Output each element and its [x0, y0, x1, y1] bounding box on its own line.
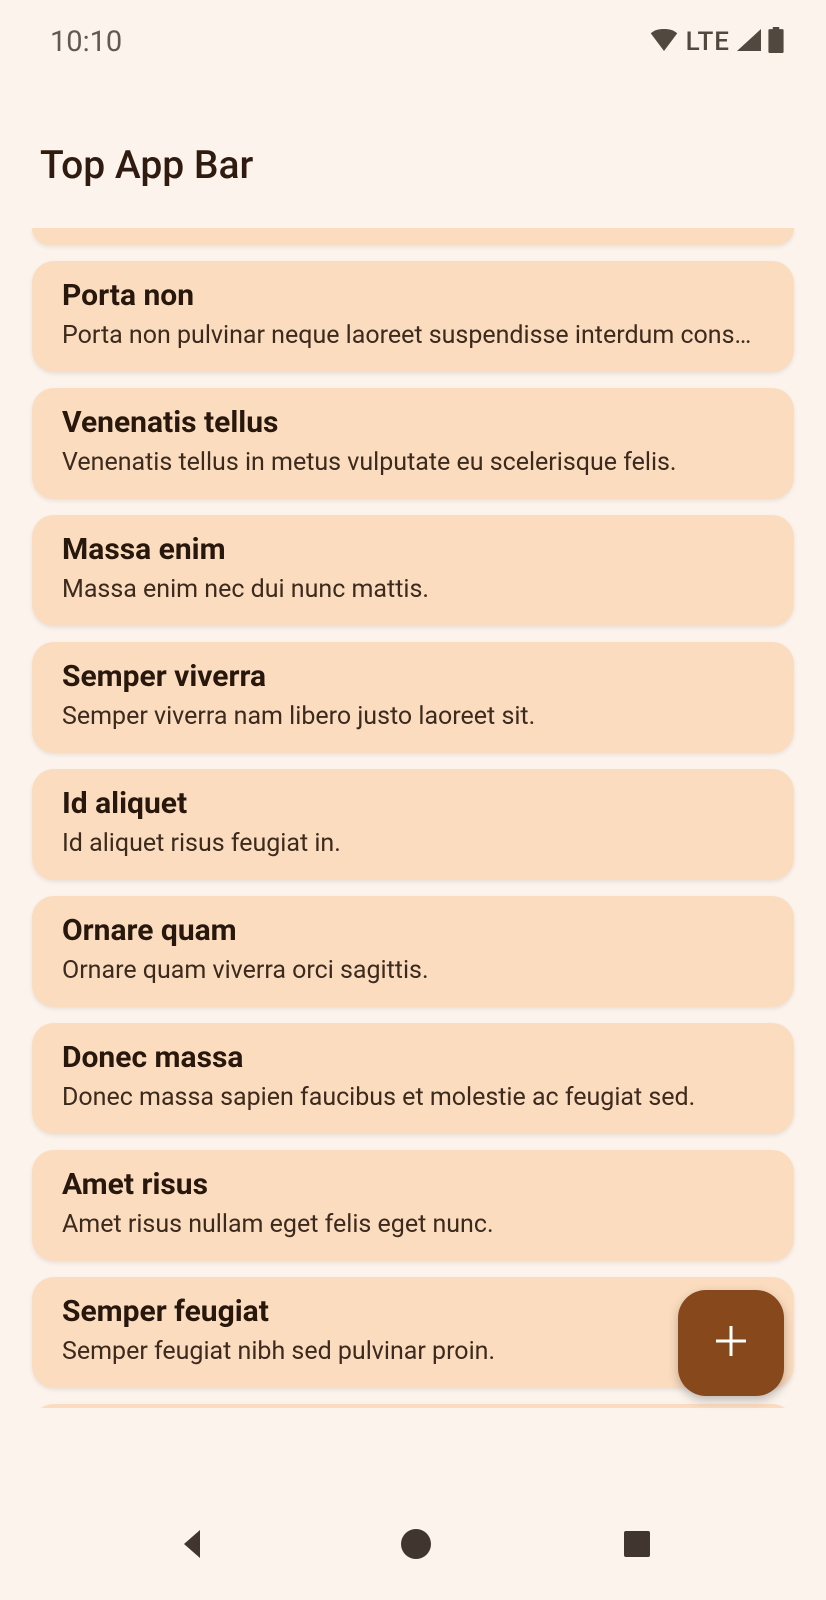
list-item[interactable]: Massa enim Massa enim nec dui nunc matti…: [32, 515, 794, 626]
wifi-icon: [650, 29, 678, 55]
status-time: 10:10: [50, 25, 122, 59]
card-body: Venenatis tellus in metus vulputate eu s…: [62, 448, 764, 477]
card-title: Ornare quam: [62, 913, 764, 948]
card-body: Semper feugiat nibh sed pulvinar proin.: [62, 1337, 764, 1366]
card-body: Ornare quam viverra orci sagittis.: [62, 956, 764, 985]
card-body: Id aliquet risus feugiat in.: [62, 829, 764, 858]
card-title: Id aliquet: [62, 786, 764, 821]
signal-icon: [736, 29, 762, 55]
status-bar: 10:10 LTE: [0, 0, 826, 70]
card-title: Donec massa: [62, 1040, 764, 1075]
app-bar: Top App Bar: [0, 70, 826, 228]
card-body: Amet risus nullam eget felis eget nunc.: [62, 1210, 764, 1239]
home-button[interactable]: [398, 1526, 434, 1566]
card-title: Semper feugiat: [62, 1294, 764, 1329]
add-button[interactable]: [678, 1290, 784, 1396]
card-title: Massa enim: [62, 532, 764, 567]
back-button[interactable]: [174, 1526, 210, 1566]
card-sliver[interactable]: [32, 228, 794, 245]
card-body: Massa enim nec dui nunc mattis.: [62, 575, 764, 604]
card-title: Amet risus: [62, 1167, 764, 1202]
lte-label: LTE: [686, 27, 730, 57]
battery-icon: [768, 27, 784, 57]
navigation-bar: [0, 1492, 826, 1600]
list-item[interactable]: Malesuada pellentesque Malesuada pellent…: [32, 1404, 794, 1408]
list-item[interactable]: Amet risus Amet risus nullam eget felis …: [32, 1150, 794, 1261]
card-body: Semper viverra nam libero justo laoreet …: [62, 702, 764, 731]
card-body: Porta non pulvinar neque laoreet suspend…: [62, 321, 764, 350]
card-body: Donec massa sapien faucibus et molestie …: [62, 1083, 764, 1112]
content-area[interactable]: Porta non Porta non pulvinar neque laore…: [0, 228, 826, 1408]
plus-icon: [711, 1321, 751, 1365]
list-item[interactable]: Donec massa Donec massa sapien faucibus …: [32, 1023, 794, 1134]
list-item[interactable]: Venenatis tellus Venenatis tellus in met…: [32, 388, 794, 499]
card-title: Porta non: [62, 278, 764, 313]
card-title: Semper viverra: [62, 659, 764, 694]
card-title: Venenatis tellus: [62, 405, 764, 440]
list-item[interactable]: Id aliquet Id aliquet risus feugiat in.: [32, 769, 794, 880]
list-container: Porta non Porta non pulvinar neque laore…: [0, 228, 826, 1408]
list-item[interactable]: Porta non Porta non pulvinar neque laore…: [32, 261, 794, 372]
list-item[interactable]: Semper viverra Semper viverra nam libero…: [32, 642, 794, 753]
recent-button[interactable]: [622, 1529, 652, 1563]
list-item[interactable]: Ornare quam Ornare quam viverra orci sag…: [32, 896, 794, 1007]
status-icons: LTE: [650, 27, 784, 57]
page-title: Top App Bar: [40, 142, 786, 188]
